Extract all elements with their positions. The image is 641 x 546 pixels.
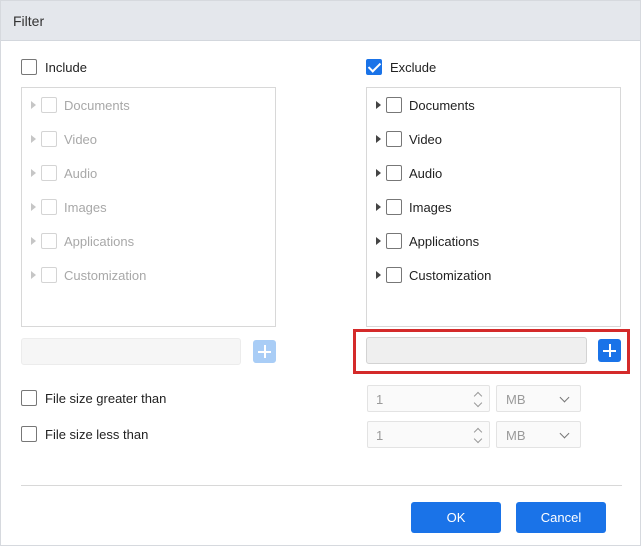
divider bbox=[21, 485, 622, 486]
cancel-button[interactable]: Cancel bbox=[516, 502, 606, 533]
size-greater-stepper[interactable]: 1 bbox=[367, 385, 490, 412]
include-tree-item-images[interactable]: Images bbox=[22, 198, 275, 218]
include-documents-label: Documents bbox=[64, 98, 130, 113]
include-video-label: Video bbox=[64, 132, 98, 147]
expand-arrow-icon[interactable] bbox=[376, 101, 381, 109]
include-applications-label: Applications bbox=[64, 234, 135, 249]
expand-arrow-icon[interactable] bbox=[31, 169, 36, 177]
decrement-icon[interactable] bbox=[474, 400, 482, 408]
increment-icon[interactable] bbox=[474, 390, 482, 398]
size-greater-checkbox[interactable] bbox=[21, 390, 37, 406]
size-greater-unit-select[interactable]: MB bbox=[496, 385, 581, 412]
exclude-audio-label: Audio bbox=[409, 166, 443, 181]
include-tree-item-documents[interactable]: Documents bbox=[22, 96, 275, 116]
include-tree-item-video[interactable]: Video bbox=[22, 130, 275, 150]
include-label: Include bbox=[45, 60, 87, 75]
include-add-icon[interactable] bbox=[253, 340, 276, 363]
include-tree-item-applications[interactable]: Applications bbox=[22, 232, 275, 252]
include-audio-checkbox[interactable] bbox=[41, 165, 57, 181]
exclude-tree-item-video[interactable]: Video bbox=[367, 130, 620, 150]
exclude-tree-item-images[interactable]: Images bbox=[367, 198, 620, 218]
title-bar: Filter bbox=[1, 1, 640, 41]
expand-arrow-icon[interactable] bbox=[376, 169, 381, 177]
exclude-video-checkbox[interactable] bbox=[386, 131, 402, 147]
chevron-down-icon bbox=[559, 428, 570, 439]
dialog-title: Filter bbox=[13, 13, 45, 29]
size-greater-label: File size greater than bbox=[45, 391, 167, 406]
include-applications-checkbox[interactable] bbox=[41, 233, 57, 249]
expand-arrow-icon[interactable] bbox=[376, 135, 381, 143]
exclude-tree-item-applications[interactable]: Applications bbox=[367, 232, 620, 252]
include-customization-label: Customization bbox=[64, 268, 147, 283]
exclude-audio-checkbox[interactable] bbox=[386, 165, 402, 181]
size-less-unit-select[interactable]: MB bbox=[496, 421, 581, 448]
size-less-stepper[interactable]: 1 bbox=[367, 421, 490, 448]
size-greater-unit: MB bbox=[506, 392, 526, 407]
include-category-tree: Documents Video Audio Images Application… bbox=[21, 87, 276, 327]
exclude-applications-label: Applications bbox=[409, 234, 480, 249]
include-customization-checkbox[interactable] bbox=[41, 267, 57, 283]
exclude-documents-label: Documents bbox=[409, 98, 475, 113]
size-less-unit: MB bbox=[506, 428, 526, 443]
include-documents-checkbox[interactable] bbox=[41, 97, 57, 113]
ok-button[interactable]: OK bbox=[411, 502, 501, 533]
chevron-down-icon bbox=[559, 392, 570, 403]
expand-arrow-icon[interactable] bbox=[31, 271, 36, 279]
expand-arrow-icon[interactable] bbox=[31, 101, 36, 109]
include-video-checkbox[interactable] bbox=[41, 131, 57, 147]
expand-arrow-icon[interactable] bbox=[376, 237, 381, 245]
increment-icon[interactable] bbox=[474, 426, 482, 434]
include-images-label: Images bbox=[64, 200, 107, 215]
expand-arrow-icon[interactable] bbox=[31, 203, 36, 211]
size-greater-value: 1 bbox=[376, 392, 384, 407]
exclude-tree-item-customization[interactable]: Customization bbox=[367, 266, 620, 286]
exclude-tree-item-documents[interactable]: Documents bbox=[367, 96, 620, 116]
exclude-customization-label: Customization bbox=[409, 268, 492, 283]
exclude-label: Exclude bbox=[390, 60, 437, 75]
exclude-video-label: Video bbox=[409, 132, 443, 147]
include-custom-extension-input[interactable] bbox=[21, 338, 241, 365]
exclude-customization-checkbox[interactable] bbox=[386, 267, 402, 283]
include-checkbox[interactable] bbox=[21, 59, 37, 75]
size-less-value: 1 bbox=[376, 428, 384, 443]
include-images-checkbox[interactable] bbox=[41, 199, 57, 215]
include-audio-label: Audio bbox=[64, 166, 98, 181]
size-less-label: File size less than bbox=[45, 427, 149, 442]
filter-dialog: Filter Include Documents Video Audio Ima… bbox=[0, 0, 641, 546]
decrement-icon[interactable] bbox=[474, 436, 482, 444]
exclude-applications-checkbox[interactable] bbox=[386, 233, 402, 249]
exclude-documents-checkbox[interactable] bbox=[386, 97, 402, 113]
exclude-checkbox[interactable] bbox=[366, 59, 382, 75]
include-tree-item-audio[interactable]: Audio bbox=[22, 164, 275, 184]
exclude-category-tree: Documents Video Audio Images Application… bbox=[366, 87, 621, 327]
include-tree-item-customization[interactable]: Customization bbox=[22, 266, 275, 286]
exclude-images-label: Images bbox=[409, 200, 452, 215]
highlight-box bbox=[353, 329, 630, 374]
expand-arrow-icon[interactable] bbox=[376, 271, 381, 279]
exclude-images-checkbox[interactable] bbox=[386, 199, 402, 215]
size-less-checkbox[interactable] bbox=[21, 426, 37, 442]
expand-arrow-icon[interactable] bbox=[376, 203, 381, 211]
expand-arrow-icon[interactable] bbox=[31, 135, 36, 143]
expand-arrow-icon[interactable] bbox=[31, 237, 36, 245]
exclude-tree-item-audio[interactable]: Audio bbox=[367, 164, 620, 184]
